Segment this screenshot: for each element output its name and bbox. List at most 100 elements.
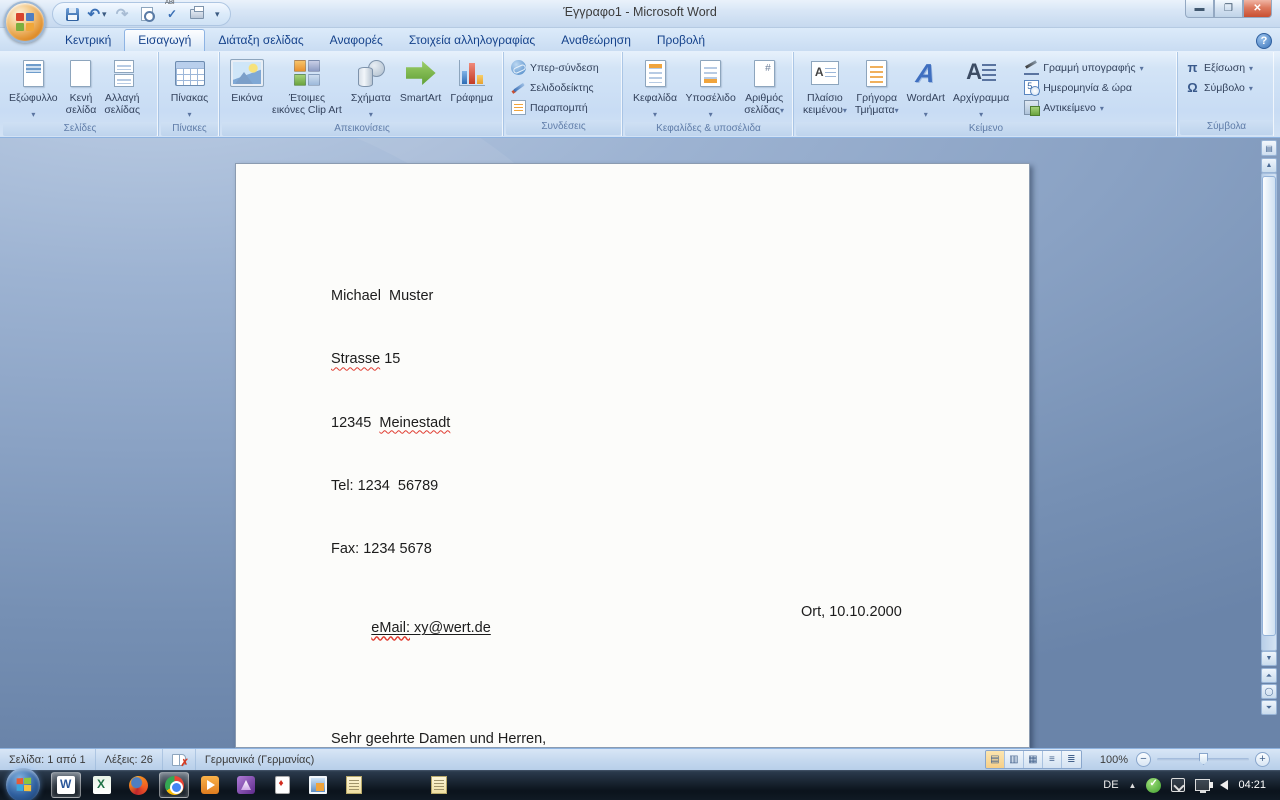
previous-page-button[interactable]: ⏶ (1261, 668, 1277, 683)
office-logo-icon (16, 13, 34, 31)
dropdown-arrow-icon (1249, 82, 1253, 94)
web-layout-view-button[interactable]: ▦ (1024, 751, 1043, 768)
object-button[interactable]: Αντικείμενο (1021, 99, 1146, 116)
taskbar-excel-button[interactable] (87, 772, 117, 798)
table-button[interactable]: Πίνακας (167, 54, 213, 122)
zoom-level[interactable]: 100% (1100, 754, 1128, 766)
language-indicator[interactable]: Γερμανικά (Γερμανίας) (196, 749, 324, 770)
scrollbar-thumb[interactable] (1262, 176, 1276, 636)
tab-view[interactable]: Προβολή (644, 30, 718, 51)
office-button[interactable] (4, 1, 46, 43)
dropdown-arrow-icon (924, 104, 928, 122)
zoom-slider[interactable] (1157, 758, 1249, 761)
wordart-button[interactable]: A WordArt (903, 54, 949, 122)
show-hidden-icons-button[interactable]: ▲ (1129, 781, 1137, 790)
scroll-down-button[interactable]: ▼ (1261, 651, 1277, 666)
page-number-button[interactable]: Αριθμόςσελίδας (740, 54, 788, 117)
header-button[interactable]: Κεφαλίδα (629, 54, 681, 122)
zoom-in-button[interactable]: + (1255, 752, 1270, 767)
zoom-out-button[interactable]: − (1136, 752, 1151, 767)
footer-button[interactable]: Υποσέλιδο (681, 54, 739, 122)
shapes-icon (356, 60, 386, 87)
email-link[interactable]: xy@wert.de (410, 620, 491, 636)
safely-remove-hardware-icon[interactable] (1171, 778, 1185, 792)
drop-cap-button[interactable]: Αρχίγραμμα (949, 54, 1013, 122)
doc-date: Ort, 10.10.2000 (801, 604, 902, 620)
draft-view-button[interactable]: ≣ (1062, 751, 1081, 768)
document-page[interactable]: Michael Muster Strasse 15 12345 Meinesta… (235, 163, 1030, 748)
proofing-status[interactable] (163, 749, 196, 770)
restore-icon: ❐ (1224, 3, 1233, 14)
taskbar-media-center-button[interactable] (231, 772, 261, 798)
equation-button[interactable]: πΕξίσωση (1182, 59, 1256, 76)
restore-button[interactable]: ❐ (1214, 0, 1243, 18)
minimize-button[interactable]: ▬ (1185, 0, 1214, 18)
date-time-button[interactable]: Ημερομηνία & ώρα (1021, 79, 1146, 96)
scrollbar-track[interactable] (1261, 173, 1277, 651)
clip-art-button[interactable]: Έτοιμεςεικόνες Clip Art (268, 54, 346, 116)
volume-icon[interactable] (1220, 780, 1228, 790)
page-indicator[interactable]: Σελίδα: 1 από 1 (0, 749, 96, 770)
word-count[interactable]: Λέξεις: 26 (96, 749, 163, 770)
tab-review[interactable]: Αναθεώρηση (548, 30, 644, 51)
blank-page-button[interactable]: Κενήσελίδα (62, 54, 101, 116)
outline-view-button[interactable]: ≡ (1043, 751, 1062, 768)
security-status-icon[interactable] (1146, 778, 1161, 793)
network-icon[interactable] (1195, 779, 1210, 791)
quick-parts-button[interactable]: ΓρήγοραΤμήματα (851, 54, 903, 117)
full-screen-reading-view-button[interactable]: ▥ (1005, 751, 1024, 768)
tab-references[interactable]: Αναφορές (317, 30, 396, 51)
picture-button[interactable]: Εικόνα (227, 54, 267, 104)
cross-reference-button[interactable]: Παραπομπή (508, 99, 602, 116)
taskbar-notes-app-button[interactable] (339, 772, 369, 798)
zoom-slider-thumb[interactable] (1199, 753, 1208, 765)
dropdown-arrow-icon (979, 104, 983, 122)
taskbar-chrome-button[interactable] (159, 772, 189, 798)
picture-icon (231, 60, 263, 86)
taskbar-media-player-button[interactable] (195, 772, 225, 798)
document-text[interactable]: Michael Muster Strasse 15 12345 Meinesta… (331, 256, 969, 748)
next-page-button[interactable]: ⏷ (1261, 700, 1277, 715)
taskbar-photo-viewer-button[interactable] (303, 772, 333, 798)
select-browse-object-button[interactable]: ◯ (1261, 684, 1277, 699)
ruler-toggle-button[interactable]: ▤ (1261, 140, 1277, 156)
cover-page-button[interactable]: Εξώφυλλο (5, 54, 62, 122)
tab-page-layout[interactable]: Διάταξη σελίδας (205, 30, 316, 51)
taskbar-sticky-notes-button[interactable] (424, 772, 454, 798)
ruler-icon: ▤ (1265, 144, 1273, 153)
taskbar-word-button[interactable] (51, 772, 81, 798)
header-icon (645, 60, 666, 87)
keyboard-language-indicator[interactable]: DE (1103, 779, 1118, 791)
minimize-icon: ▬ (1195, 3, 1205, 14)
print-layout-view-button[interactable]: ▤ (986, 751, 1005, 768)
photo-viewer-icon (309, 776, 327, 794)
signature-line-button[interactable]: Γραμμή υπογραφής (1021, 59, 1146, 76)
minus-icon: − (1140, 754, 1146, 765)
bookmark-button[interactable]: Σελιδοδείκτης (508, 79, 602, 96)
taskbar-cards-app-button[interactable] (267, 772, 297, 798)
status-bar: Σελίδα: 1 από 1 Λέξεις: 26 Γερμανικά (Γε… (0, 748, 1280, 770)
ribbon-group-text: Πλαίσιοκειμένου ΓρήγοραΤμήματα A WordArt… (795, 52, 1178, 136)
signature-line-icon (1024, 60, 1039, 75)
page-break-button[interactable]: Αλλαγήσελίδας (100, 54, 144, 116)
hyperlink-button[interactable]: Υπερ-σύνδεση (508, 59, 602, 76)
help-button[interactable]: ? (1256, 33, 1272, 49)
cross-reference-icon (511, 100, 526, 115)
taskbar-firefox-button[interactable] (123, 772, 153, 798)
tab-insert[interactable]: Εισαγωγή (124, 29, 205, 51)
shapes-button[interactable]: Σχήματα (347, 54, 395, 122)
tab-home[interactable]: Κεντρική (52, 30, 124, 51)
start-button[interactable] (6, 768, 40, 800)
dropdown-arrow-icon (1140, 62, 1144, 74)
chart-button[interactable]: Γράφημα (446, 54, 497, 104)
close-button[interactable]: ✕ (1243, 0, 1272, 18)
dropdown-arrow-icon (187, 104, 191, 122)
group-label-header-footer: Κεφαλίδες & υποσέλιδα (625, 122, 792, 136)
text-box-button[interactable]: Πλαίσιοκειμένου (799, 54, 851, 117)
clock[interactable]: 04:21 (1238, 779, 1266, 791)
smartart-button[interactable]: SmartArt (396, 54, 445, 104)
scroll-up-button[interactable]: ▲ (1261, 158, 1277, 173)
equation-pi-icon: π (1185, 60, 1200, 75)
symbol-button[interactable]: ΩΣύμβολο (1182, 79, 1256, 96)
tab-mailings[interactable]: Στοιχεία αλληλογραφίας (396, 30, 548, 51)
